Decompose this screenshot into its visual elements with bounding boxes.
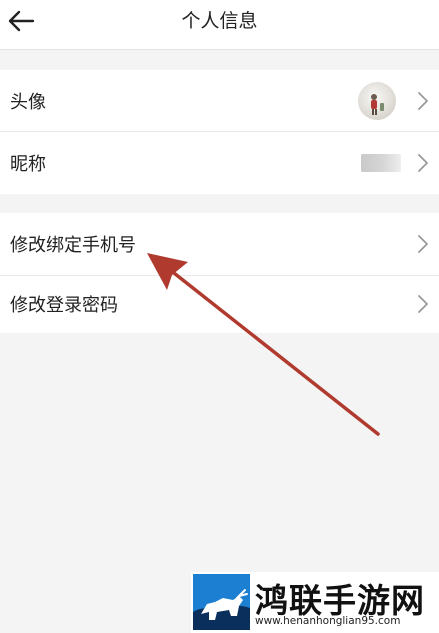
nickname-value-blurred: [361, 154, 401, 172]
chevron-right-icon: [418, 154, 428, 172]
chevron-right-icon: [418, 92, 428, 110]
change-phone-row[interactable]: 修改绑定手机号: [0, 213, 439, 275]
change-password-row[interactable]: 修改登录密码: [0, 275, 439, 333]
profile-group: 头像 昵称: [0, 70, 439, 194]
avatar-image: [371, 94, 384, 115]
avatar-row-label: 头像: [10, 92, 46, 113]
avatar[interactable]: [358, 82, 396, 120]
watermark: 鸿联手游网 www.henanhonglian95.com: [191, 572, 439, 633]
nickname-row-label: 昵称: [10, 154, 46, 175]
chevron-right-icon: [418, 235, 428, 253]
avatar-row[interactable]: 头像: [0, 70, 439, 132]
top-bar: 个人信息: [0, 0, 439, 50]
change-password-label: 修改登录密码: [10, 295, 118, 316]
watermark-url: www.henanhonglian95.com: [255, 615, 401, 627]
page-title: 个人信息: [181, 10, 258, 32]
nickname-row[interactable]: 昵称: [0, 132, 439, 194]
change-phone-label: 修改绑定手机号: [10, 235, 136, 256]
chevron-right-icon: [418, 295, 428, 313]
bull-logo-icon: [193, 574, 250, 630]
security-group: 修改绑定手机号 修改登录密码: [0, 213, 439, 333]
